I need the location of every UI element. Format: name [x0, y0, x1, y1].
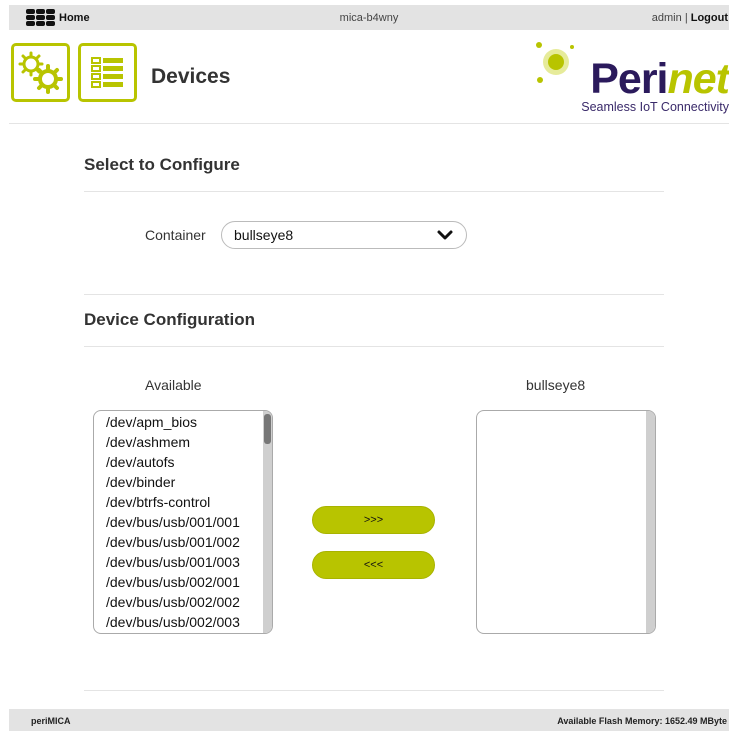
- footer: periMICA Available Flash Memory: 1652.49…: [9, 709, 729, 731]
- chevron-down-icon: [437, 230, 453, 240]
- username: admin: [651, 11, 682, 24]
- select-section-title: Select to Configure: [84, 155, 240, 174]
- divider: [84, 191, 664, 192]
- list-icon: [91, 57, 123, 88]
- device-section-title: Device Configuration: [84, 310, 255, 329]
- scrollbar[interactable]: [646, 411, 655, 633]
- assigned-label: bullseye8: [526, 377, 586, 393]
- list-tile[interactable]: [78, 43, 137, 102]
- available-devices: /dev/apm_bios/dev/ashmem/dev/autofs/dev/…: [94, 411, 272, 632]
- container-select-value: bullseye8: [234, 227, 294, 243]
- divider: [84, 294, 664, 295]
- page-title: Devices: [151, 65, 231, 88]
- assigned-devices: [477, 411, 655, 412]
- device-option[interactable]: /dev/bus/usb/001/003: [106, 552, 272, 572]
- grid-icon: [26, 9, 55, 26]
- logout-link[interactable]: Logout: [691, 12, 728, 24]
- divider: [84, 690, 664, 691]
- perinet-logo: Perinet Seamless IoT Connectivity: [534, 40, 729, 118]
- logo-tagline: Seamless IoT Connectivity: [581, 100, 729, 114]
- gears-icon: [18, 51, 63, 94]
- scrollbar[interactable]: [263, 411, 272, 633]
- device-option[interactable]: /dev/bus/usb/001/001: [106, 512, 272, 532]
- hostname: mica-b4wny: [339, 11, 399, 24]
- available-label: Available: [145, 377, 202, 393]
- home-link[interactable]: Home: [26, 9, 90, 26]
- container-select[interactable]: bullseye8: [221, 221, 467, 249]
- page-header: Devices Perinet Seamless IoT Connectivit…: [9, 40, 729, 124]
- device-option[interactable]: /dev/autofs: [106, 452, 272, 472]
- scrollbar-thumb[interactable]: [264, 414, 271, 444]
- footer-app-name: periMICA: [31, 716, 71, 726]
- separator: |: [684, 11, 688, 24]
- settings-tile[interactable]: [11, 43, 70, 102]
- container-label: Container: [145, 227, 206, 243]
- logo-dots-icon: [536, 42, 574, 83]
- remove-device-button[interactable]: <<<: [312, 551, 435, 579]
- device-option[interactable]: /dev/bus/usb/001/002: [106, 532, 272, 552]
- device-option[interactable]: /dev/bus/usb/002/003: [106, 612, 272, 632]
- divider: [84, 346, 664, 347]
- device-option[interactable]: /dev/bus/usb/002/002: [106, 592, 272, 612]
- device-option[interactable]: /dev/binder: [106, 472, 272, 492]
- device-option[interactable]: /dev/apm_bios: [106, 412, 272, 432]
- add-device-button[interactable]: >>>: [312, 506, 435, 534]
- top-bar: Home mica-b4wny admin | Logout: [9, 5, 729, 30]
- logo-wordmark: Perinet: [590, 55, 729, 103]
- home-label: Home: [59, 11, 90, 24]
- device-option[interactable]: /dev/bus/usb/002/001: [106, 572, 272, 592]
- user-area: admin | Logout: [652, 12, 728, 24]
- assigned-devices-list[interactable]: [476, 410, 656, 634]
- device-option[interactable]: /dev/btrfs-control: [106, 492, 272, 512]
- footer-flash-memory: Available Flash Memory: 1652.49 MByte: [557, 716, 727, 726]
- available-devices-list[interactable]: /dev/apm_bios/dev/ashmem/dev/autofs/dev/…: [93, 410, 273, 634]
- device-option[interactable]: /dev/ashmem: [106, 432, 272, 452]
